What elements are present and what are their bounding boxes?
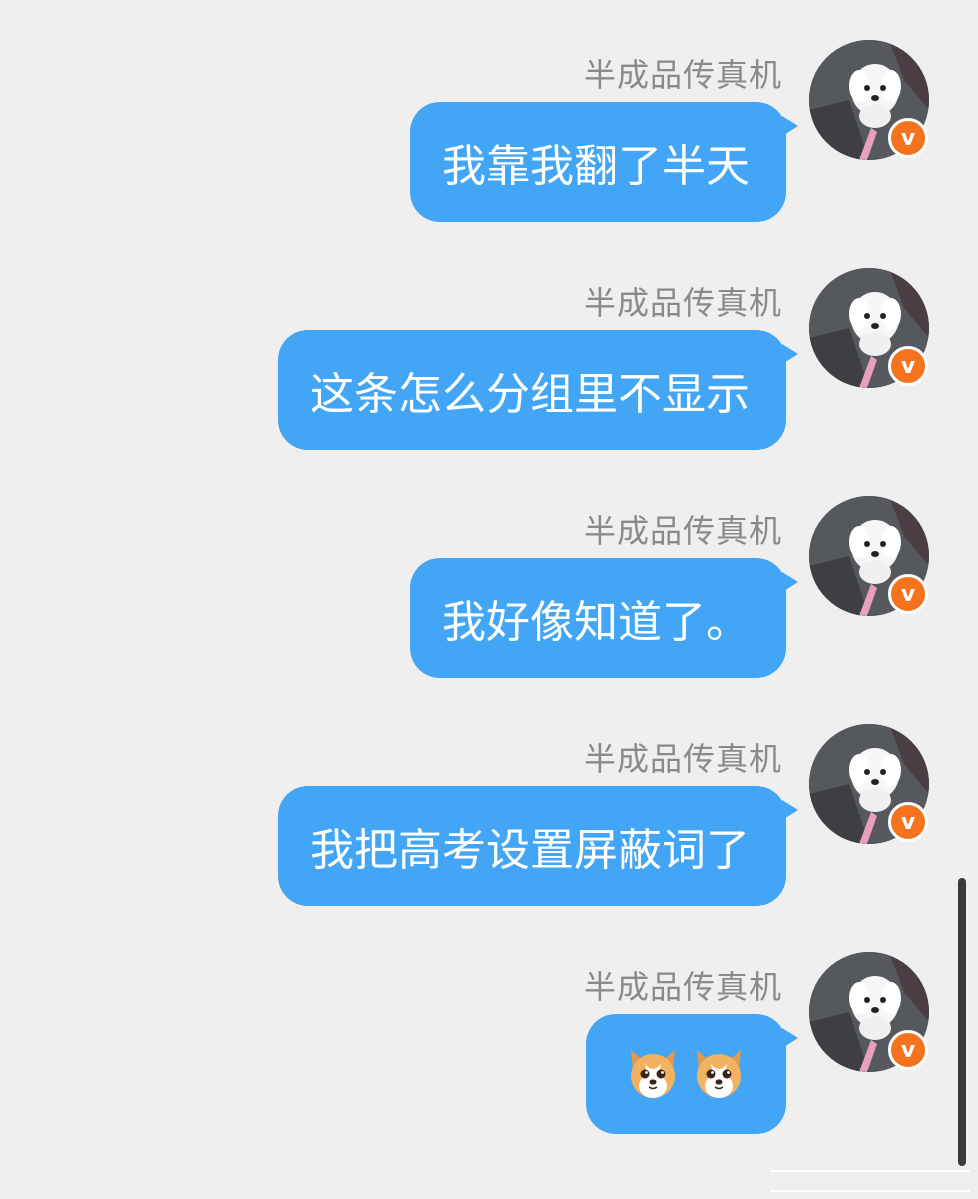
sender-name[interactable]: 半成品传真机 (584, 506, 782, 552)
message-bubble[interactable]: 这条怎么分组里不显示 (278, 330, 798, 450)
dog-face-emoji-icon (631, 1050, 675, 1098)
message-row: 半成品传真机 我靠我翻了半天 v (0, 40, 978, 240)
sender-name[interactable]: 半成品传真机 (584, 278, 782, 324)
message-row: 半成品传真机 这条怎么分组里不显示 v (0, 268, 978, 468)
message-bubble[interactable] (586, 1014, 798, 1134)
dog-face-emoji-icon (697, 1050, 741, 1098)
message-bubble[interactable]: 我靠我翻了半天 (410, 102, 798, 222)
sender-name[interactable]: 半成品传真机 (584, 734, 782, 780)
verified-v-badge-icon: v (888, 118, 928, 158)
scrollbar[interactable] (958, 878, 966, 1166)
watermark-bar-icon (770, 1170, 970, 1192)
message-row: 半成品传真机 我把高考设置屏蔽词了 v (0, 724, 978, 924)
verified-v-badge-icon: v (888, 346, 928, 386)
verified-v-badge-icon: v (888, 574, 928, 614)
message-row: 半成品传真机 v (0, 952, 978, 1152)
verified-v-badge-icon: v (888, 1030, 928, 1070)
watermark-logo (740, 1163, 970, 1199)
message-bubble[interactable]: 我把高考设置屏蔽词了 (278, 786, 798, 906)
verified-v-badge-icon: v (888, 802, 928, 842)
message-row: 半成品传真机 我好像知道了。 v (0, 496, 978, 696)
sender-name[interactable]: 半成品传真机 (584, 50, 782, 96)
message-bubble[interactable]: 我好像知道了。 (410, 558, 798, 678)
sender-name[interactable]: 半成品传真机 (584, 962, 782, 1008)
